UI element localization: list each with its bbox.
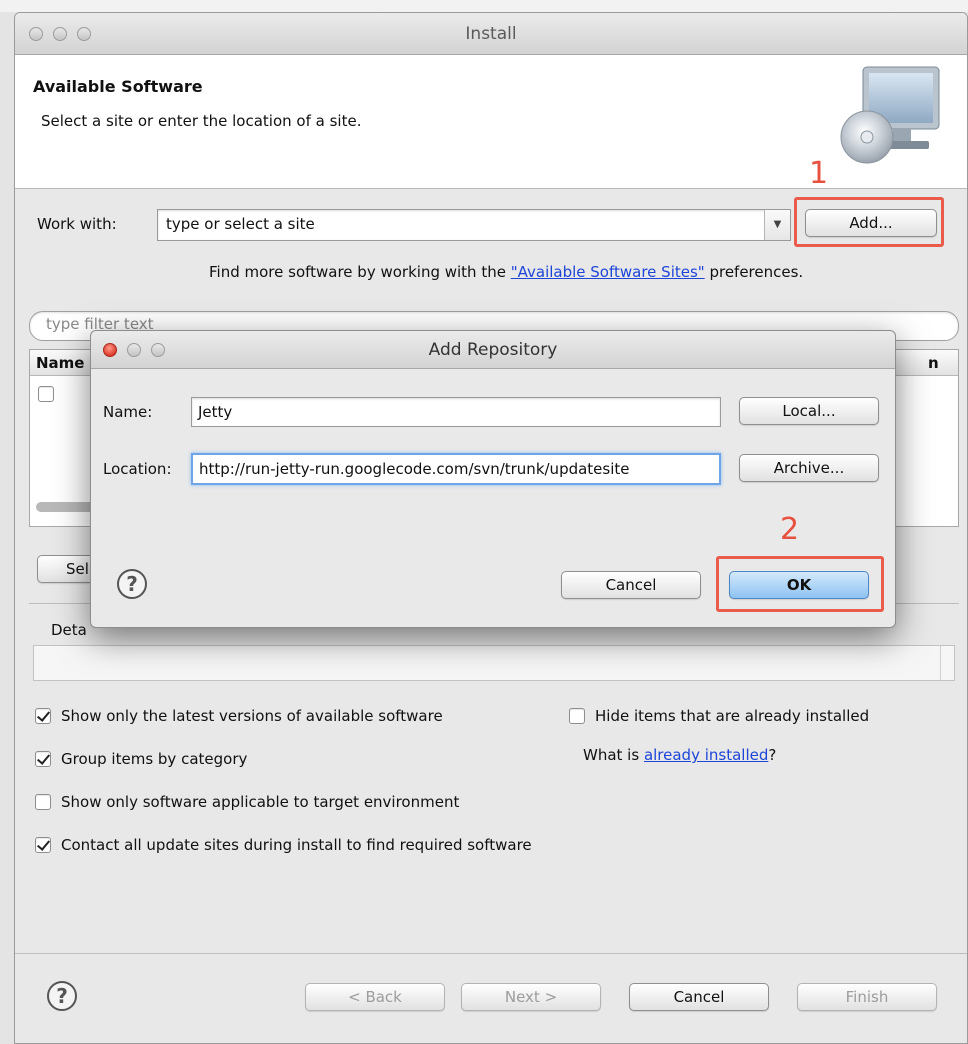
archive-button[interactable]: Archive... bbox=[739, 454, 879, 482]
find-more-prefix: Find more software by working with the bbox=[209, 263, 511, 281]
cancel-button[interactable]: Cancel bbox=[629, 983, 769, 1011]
annotation-box-1 bbox=[794, 197, 944, 247]
column-version-header[interactable]: n bbox=[928, 354, 939, 372]
name-input[interactable]: Jetty bbox=[191, 397, 721, 427]
footer-divider bbox=[15, 953, 967, 954]
back-button[interactable]: < Back bbox=[305, 983, 445, 1011]
next-button[interactable]: Next > bbox=[461, 983, 601, 1011]
work-with-combo[interactable]: type or select a site ▼ bbox=[157, 209, 791, 241]
dialog-title: Add Repository bbox=[428, 340, 558, 360]
available-software-sites-link[interactable]: "Available Software Sites" bbox=[511, 263, 705, 281]
already-installed-link[interactable]: already installed bbox=[644, 746, 768, 764]
contact-update-sites-label: Contact all update sites during install … bbox=[61, 836, 532, 854]
contact-update-sites-checkbox[interactable] bbox=[35, 837, 51, 853]
group-by-category-checkbox[interactable] bbox=[35, 751, 51, 767]
target-environment-label: Show only software applicable to target … bbox=[61, 793, 460, 811]
target-environment-checkbox[interactable] bbox=[35, 794, 51, 810]
chevron-down-icon[interactable]: ▼ bbox=[764, 210, 790, 240]
find-more-text: Find more software by working with the "… bbox=[209, 263, 803, 281]
show-latest-label: Show only the latest versions of availab… bbox=[61, 707, 443, 725]
page-title: Available Software bbox=[33, 77, 203, 96]
install-titlebar: Install bbox=[15, 13, 967, 55]
help-icon[interactable]: ? bbox=[47, 981, 77, 1011]
annotation-box-2 bbox=[716, 556, 884, 612]
background-toolbar bbox=[0, 0, 968, 12]
work-with-placeholder: type or select a site bbox=[166, 215, 315, 233]
show-latest-checkbox[interactable] bbox=[35, 708, 51, 724]
hide-installed-checkbox[interactable] bbox=[569, 708, 585, 724]
what-is-prefix: What is bbox=[583, 746, 644, 764]
name-label: Name: bbox=[103, 403, 153, 421]
location-input[interactable]: http://run-jetty-run.googlecode.com/svn/… bbox=[191, 453, 721, 485]
install-computer-icon bbox=[840, 66, 940, 164]
dialog-cancel-button[interactable]: Cancel bbox=[561, 571, 701, 599]
group-by-category-label: Group items by category bbox=[61, 750, 248, 768]
annotation-step-1: 1 bbox=[809, 156, 829, 191]
dialog-titlebar: Add Repository bbox=[91, 331, 895, 369]
window-title: Install bbox=[465, 24, 517, 44]
what-is-suffix: ? bbox=[768, 746, 777, 764]
dialog-help-icon[interactable]: ? bbox=[117, 569, 147, 599]
hide-installed-label: Hide items that are already installed bbox=[595, 707, 870, 725]
finish-button[interactable]: Finish bbox=[797, 983, 937, 1011]
page-subtitle: Select a site or enter the location of a… bbox=[41, 112, 362, 130]
location-value: http://run-jetty-run.googlecode.com/svn/… bbox=[199, 460, 630, 478]
table-row-checkbox[interactable] bbox=[38, 386, 54, 402]
find-more-suffix: preferences. bbox=[704, 263, 804, 281]
column-name-header[interactable]: Name bbox=[36, 354, 84, 372]
local-button[interactable]: Local... bbox=[739, 397, 879, 425]
what-is-installed-text: What is already installed? bbox=[583, 746, 776, 764]
annotation-step-2: 2 bbox=[780, 512, 800, 547]
work-with-label: Work with: bbox=[37, 215, 117, 233]
details-area bbox=[33, 645, 955, 681]
location-label: Location: bbox=[103, 460, 172, 478]
name-value: Jetty bbox=[198, 403, 233, 421]
details-label: Deta bbox=[51, 621, 87, 639]
details-scrollbar[interactable] bbox=[940, 646, 954, 680]
